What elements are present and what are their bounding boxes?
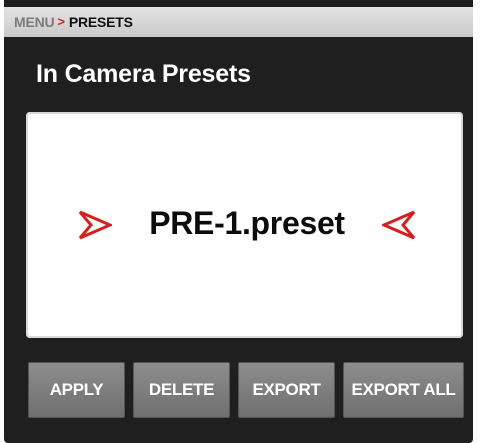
breadcrumb-menu[interactable]: MENU bbox=[14, 14, 55, 30]
chevron-right-icon[interactable] bbox=[78, 210, 112, 240]
presets-screen: MENU > PRESETS In Camera Presets PRE-1.p… bbox=[4, 0, 473, 443]
page-title: In Camera Presets bbox=[36, 60, 251, 88]
breadcrumb-current: PRESETS bbox=[68, 14, 133, 30]
preset-name: PRE-1.preset bbox=[149, 205, 345, 241]
export-all-button[interactable]: EXPORT ALL bbox=[343, 362, 464, 418]
breadcrumb: MENU > PRESETS bbox=[4, 7, 473, 37]
breadcrumb-separator-icon: > bbox=[57, 13, 65, 29]
apply-button[interactable]: APPLY bbox=[28, 362, 125, 418]
chevron-left-icon[interactable] bbox=[382, 210, 416, 240]
action-button-row: APPLY DELETE EXPORT EXPORT ALL bbox=[28, 362, 464, 418]
preset-selector: PRE-1.preset bbox=[26, 112, 463, 338]
export-button[interactable]: EXPORT bbox=[238, 362, 335, 418]
delete-button[interactable]: DELETE bbox=[133, 362, 230, 418]
